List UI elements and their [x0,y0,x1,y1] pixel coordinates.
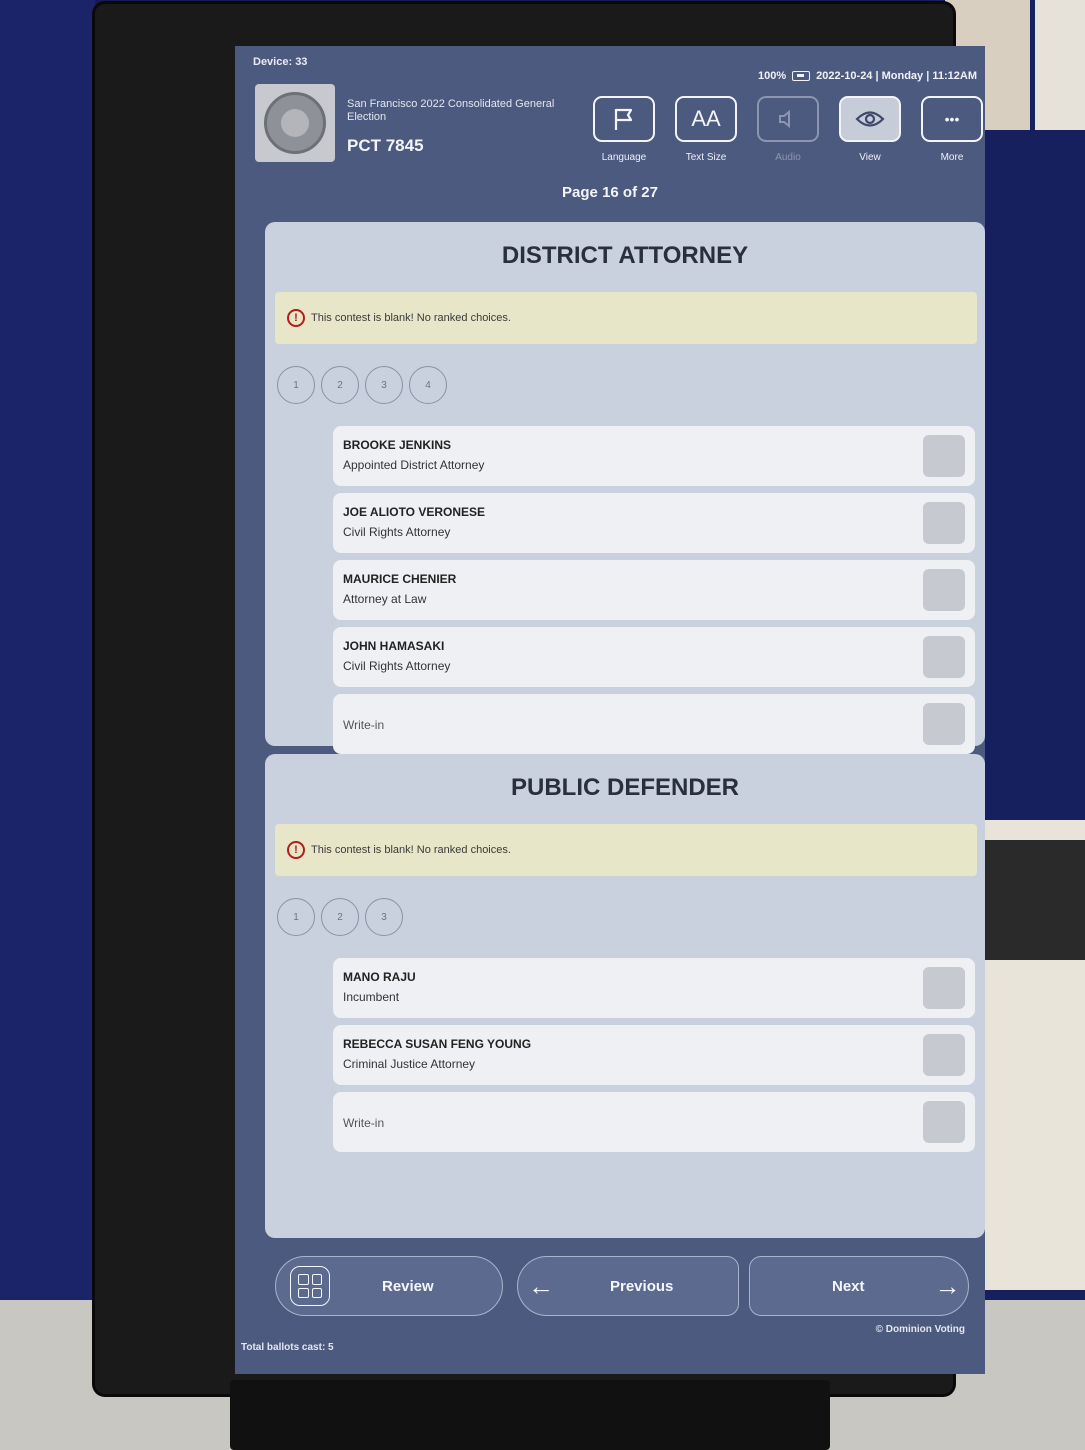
rank-circle: 2 [321,898,359,936]
ballot-screen: Device: 33 100% 2022-10-24 | Monday | 11… [235,46,985,1374]
eye-icon [839,96,901,142]
arrow-left-icon: ← [528,1270,554,1301]
warning-text: This contest is blank! No ranked choices… [311,844,511,856]
more-dots-icon: ••• [921,96,983,142]
voting-terminal-monitor: Device: 33 100% 2022-10-24 | Monday | 11… [95,4,985,1394]
election-title: San Francisco 2022 Consolidated General … [347,98,555,123]
blank-contest-warning: ! This contest is blank! No ranked choic… [275,292,977,344]
language-label: Language [601,152,647,163]
audio-label: Audio [775,152,801,163]
more-label: More [940,152,964,163]
rank-circle: 4 [409,366,447,404]
selection-checkbox[interactable] [923,569,965,611]
view-button[interactable]: View [839,96,901,163]
candidate-name: JOHN HAMASAKI [343,639,445,653]
blank-contest-warning: ! This contest is blank! No ranked choic… [275,824,977,876]
selection-checkbox[interactable] [923,1034,965,1076]
selection-checkbox[interactable] [923,502,965,544]
write-in-option[interactable]: Write-in [333,694,975,754]
review-label: Review [382,1277,434,1295]
candidate-option[interactable]: BROOKE JENKINS Appointed District Attorn… [333,426,975,486]
selection-checkbox[interactable] [923,435,965,477]
selection-checkbox[interactable] [923,967,965,1009]
candidate-description: Civil Rights Attorney [343,525,451,539]
selection-checkbox[interactable] [923,636,965,678]
rank-circle: 3 [365,898,403,936]
next-label: Next [832,1277,865,1295]
candidate-description: Criminal Justice Attorney [343,1057,476,1071]
write-in-option[interactable]: Write-in [333,1092,975,1152]
rank-indicators: 1 2 3 4 [277,366,985,404]
audio-button[interactable]: Audio [757,96,819,163]
contest-public-defender: PUBLIC DEFENDER ! This contest is blank!… [265,754,985,1238]
contest-district-attorney: DISTRICT ATTORNEY ! This contest is blan… [265,222,985,754]
rank-circle: 2 [321,366,359,404]
text-size-label: Text Size [685,152,727,163]
candidate-list: BROOKE JENKINS Appointed District Attorn… [333,426,975,754]
candidate-list: MANO RAJU Incumbent REBECCA SUSAN FENG Y… [333,958,975,1152]
precinct-label: PCT 7845 [347,136,424,155]
contest-title: DISTRICT ATTORNEY [501,242,749,269]
arrow-right-icon: → [934,1270,961,1301]
next-button[interactable]: Next → [749,1256,969,1316]
device-label: Device: 33 [253,56,308,68]
speaker-icon [757,96,819,142]
selection-checkbox[interactable] [923,1101,965,1143]
candidate-name: JOE ALIOTO VERONESE [343,505,486,519]
warning-icon: ! [287,309,305,327]
candidate-option[interactable]: MAURICE CHENIER Attorney at Law [333,560,975,620]
page-indicator: Page 16 of 27 [562,184,658,201]
more-button[interactable]: ••• More [921,96,983,163]
review-grid-icon [290,1266,330,1306]
candidate-description: Civil Rights Attorney [343,659,451,673]
candidate-name: MANO RAJU [343,970,416,984]
copyright: © Dominion Voting [875,1324,965,1335]
city-seal-logo [255,84,335,162]
ballots-cast-count: Total ballots cast: 5 [241,1342,334,1353]
contest-title: PUBLIC DEFENDER [510,774,739,801]
candidate-description: Incumbent [343,990,400,1004]
candidate-name: REBECCA SUSAN FENG YOUNG [343,1037,532,1051]
background-wall-left [0,0,95,1320]
candidate-option[interactable]: JOHN HAMASAKI Civil Rights Attorney [333,627,975,687]
selection-checkbox[interactable] [923,703,965,745]
view-label: View [859,152,881,163]
candidate-option[interactable]: MANO RAJU Incumbent [333,958,975,1018]
rank-circle: 1 [277,366,315,404]
battery-level: 100% [758,70,787,82]
candidate-name: BROOKE JENKINS [343,438,452,452]
language-button[interactable]: Language [593,96,655,163]
flag-icon [593,96,655,142]
rank-indicators: 1 2 3 [277,898,985,936]
warning-text: This contest is blank! No ranked choices… [311,312,511,324]
status-bar: 100% 2022-10-24 | Monday | 11:12AM [758,70,977,82]
rank-circle: 3 [365,366,403,404]
write-in-label: Write-in [343,1116,385,1130]
text-size-icon: AA [675,96,737,142]
review-button[interactable]: Review [275,1256,503,1316]
warning-icon: ! [287,841,305,859]
previous-button[interactable]: ← Previous [517,1256,739,1316]
candidate-description: Appointed District Attorney [343,458,485,472]
candidate-option[interactable]: REBECCA SUSAN FENG YOUNG Criminal Justic… [333,1025,975,1085]
rank-circle: 1 [277,898,315,936]
datetime: 2022-10-24 | Monday | 11:12AM [816,70,977,82]
candidate-option[interactable]: JOE ALIOTO VERONESE Civil Rights Attorne… [333,493,975,553]
battery-icon [792,71,811,81]
candidate-name: MAURICE CHENIER [343,572,457,586]
candidate-description: Attorney at Law [343,592,427,606]
monitor-stand [230,1380,830,1450]
previous-label: Previous [610,1277,674,1295]
write-in-label: Write-in [343,718,385,732]
posted-notice [1035,0,1085,130]
text-size-button[interactable]: AA Text Size [675,96,737,163]
